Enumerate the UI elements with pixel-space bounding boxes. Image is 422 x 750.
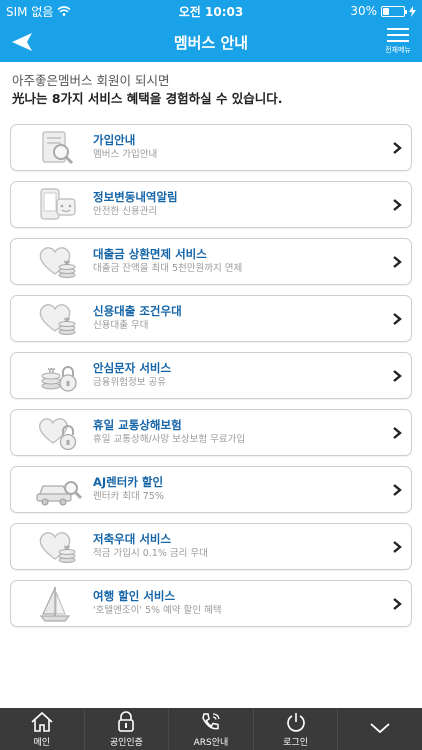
home-icon [31, 711, 53, 732]
tab-label: 공인인증 [109, 737, 143, 748]
item-title: 저축우대 서비스 [93, 532, 172, 546]
tab-label: 메인 [33, 737, 51, 748]
battery-level [383, 7, 389, 15]
hamburger-icon [387, 28, 409, 42]
chevron-right-icon [393, 598, 402, 610]
wifi-icon [57, 6, 71, 16]
phone-chat-icon [40, 187, 76, 220]
chevron-down-icon [370, 723, 390, 734]
item-title: 대출금 상환면제 서비스 [93, 247, 207, 261]
service-list: 가입안내 멤버스 가입안내 정보변동내역알림 안전한 신용관리 ₩ 대출금 상환… [10, 124, 412, 637]
item-title: 여행 할인 서비스 [93, 589, 176, 603]
coins-lock-icon: ₩ [41, 365, 77, 392]
intro-line-2: 光나는 8가지 서비스 혜택을 경험하실 수 있습니다. [12, 91, 283, 106]
lock-icon [118, 710, 135, 732]
service-item-info-alert[interactable]: 정보변동내역알림 안전한 신용관리 [10, 181, 412, 228]
intro-line-1: 아주좋은멤버스 회원이 되시면 [12, 73, 170, 88]
battery-icon [381, 5, 407, 17]
item-subtitle: 신용대출 우대 [93, 320, 149, 331]
tab-label: 로그인 [283, 737, 308, 748]
heart-coins-icon: ₩ [39, 246, 76, 278]
tab-label: ARS안내 [193, 737, 229, 748]
chevron-right-icon [393, 541, 402, 553]
item-title: 가입안내 [93, 133, 136, 147]
service-item-credit-loan[interactable]: ₩ 신용대출 조건우대 신용대출 우대 [10, 295, 412, 342]
service-item-savings[interactable]: ₩ 저축우대 서비스 적금 가입시 0.1% 금리 우대 [10, 523, 412, 570]
chevron-right-icon [393, 313, 402, 325]
service-item-travel-discount[interactable]: 여행 할인 서비스 '호텔엔조이' 5% 예약 할인 혜택 [10, 580, 412, 627]
item-subtitle: '호텔엔조이' 5% 예약 할인 혜택 [93, 605, 222, 616]
svg-text:₩: ₩ [64, 260, 70, 267]
chevron-right-icon [393, 256, 402, 268]
page-title: 멤버스 안내 [173, 34, 249, 52]
service-item-traffic-insurance[interactable]: 휴일 교통상해보험 휴일 교통상해/사망 보상보험 무료가입 [10, 409, 412, 456]
item-title: 신용대출 조건우대 [93, 304, 182, 318]
tab-certificate[interactable]: 공인인증 [85, 708, 170, 750]
status-bar: SIM 없음 오전 10:03 30% [0, 0, 422, 22]
power-icon [286, 712, 305, 732]
charging-bolt-icon [409, 5, 416, 17]
menu-label: 전체메뉴 [385, 46, 411, 54]
service-item-signup[interactable]: 가입안내 멤버스 가입안내 [10, 124, 412, 171]
item-subtitle: 적금 가입시 0.1% 금리 우대 [93, 548, 208, 559]
item-title: 안심문자 서비스 [93, 361, 172, 375]
heart-coins-icon: ₩ [39, 303, 76, 335]
sailboat-icon [39, 586, 71, 622]
tab-more[interactable] [338, 708, 422, 750]
heart-lock-icon [39, 417, 77, 450]
bottom-tab-bar: 메인 공인인증 ARS안내 로그인 [0, 708, 422, 750]
carrier-text: SIM 없음 [6, 4, 54, 19]
car-search-icon [36, 480, 83, 505]
item-title: AJ렌터카 할인 [93, 475, 164, 489]
item-subtitle: 대출금 잔액을 최대 5천만원까지 면제 [93, 263, 243, 274]
chevron-right-icon [393, 484, 402, 496]
item-subtitle: 휴일 교통상해/사망 보상보험 무료가입 [93, 434, 246, 445]
chevron-right-icon [393, 142, 402, 154]
app-header: 멤버스 안내 전체메뉴 [0, 22, 422, 62]
svg-text:₩: ₩ [48, 367, 55, 375]
battery-percent: 30% [350, 4, 377, 18]
service-item-safe-sms[interactable]: ₩ 안심문자 서비스 금융위험정보 공유 [10, 352, 412, 399]
chevron-right-icon [393, 199, 402, 211]
svg-text:₩: ₩ [64, 545, 70, 552]
item-title: 휴일 교통상해보험 [93, 418, 182, 432]
document-search-icon [42, 130, 74, 164]
svg-text:₩: ₩ [64, 317, 70, 324]
tab-login[interactable]: 로그인 [254, 708, 339, 750]
heart-coins-icon: ₩ [39, 531, 76, 563]
tab-main[interactable]: 메인 [0, 708, 85, 750]
chevron-right-icon [393, 427, 402, 439]
tab-ars[interactable]: ARS안내 [169, 708, 254, 750]
item-subtitle: 안전한 신용관리 [93, 206, 158, 217]
item-title: 정보변동내역알림 [93, 190, 178, 204]
intro-text: 아주좋은멤버스 회원이 되시면 光나는 8가지 서비스 혜택을 경험하실 수 있… [12, 72, 412, 108]
chevron-right-icon [393, 370, 402, 382]
phone-icon [202, 712, 220, 729]
all-menu-button[interactable]: 전체메뉴 [382, 26, 414, 60]
item-subtitle: 렌터카 최대 75% [93, 491, 164, 502]
service-item-loan-exemption[interactable]: ₩ 대출금 상환면제 서비스 대출금 잔액을 최대 5천만원까지 면제 [10, 238, 412, 285]
service-item-rental-car[interactable]: AJ렌터카 할인 렌터카 최대 75% [10, 466, 412, 513]
item-subtitle: 금융위험정보 공유 [93, 377, 166, 388]
item-subtitle: 멤버스 가입안내 [93, 149, 158, 160]
